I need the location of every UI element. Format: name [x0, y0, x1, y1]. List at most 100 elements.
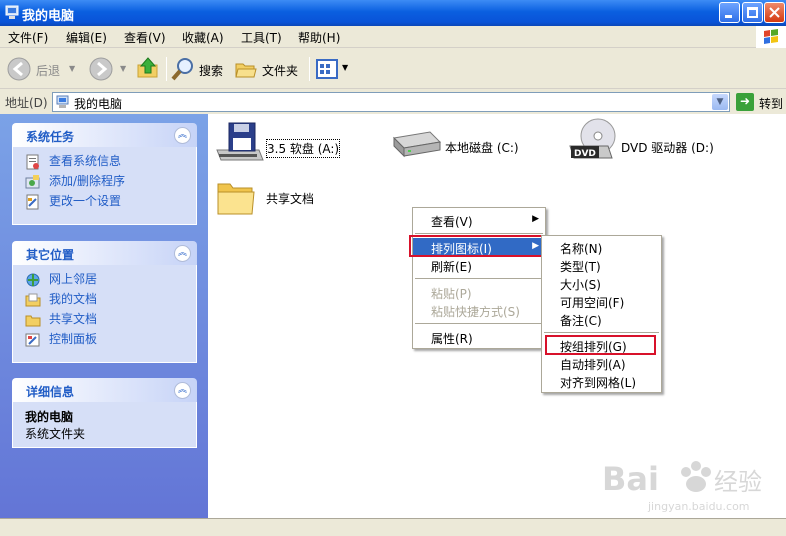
shared-docs-folder-icon [217, 183, 255, 215]
folders-icon [235, 63, 257, 78]
other-places-panel: 其它位置 ︽ 网上邻居 我的文档 共享文档 控制面板 [12, 241, 197, 363]
collapse-icon[interactable]: ︽ [174, 382, 191, 399]
menu-item-paste-shortcut[interactable]: 粘贴快捷方式(S) [413, 301, 545, 319]
status-bar [0, 518, 786, 536]
submenu-arrow-icon: ▶ [532, 214, 539, 224]
search-label: 搜索 [199, 64, 224, 78]
my-computer-icon [5, 5, 19, 19]
floppy-drive-label: 3.5 软盘 (A:) [266, 139, 341, 158]
menu-edit[interactable]: 编辑(E) [66, 29, 107, 46]
title-bar[interactable]: 我的电脑 [0, 0, 786, 26]
menu-item-label: 类型(T) [560, 260, 601, 274]
submenu-item-size[interactable]: 大小(S) [542, 274, 661, 292]
task-change-setting[interactable]: 更改一个设置 [25, 193, 196, 213]
floppy-drive-item[interactable]: 3.5 软盘 (A:) [213, 120, 363, 168]
menu-separator [415, 278, 543, 279]
maximize-button[interactable] [742, 2, 763, 23]
submenu-item-type[interactable]: 类型(T) [542, 256, 661, 274]
back-arrow-icon [7, 57, 31, 81]
other-places-title: 其它位置 [26, 248, 75, 262]
highlight-box [409, 235, 543, 257]
submenu-item-auto-arrange[interactable]: 自动排列(A) [542, 354, 661, 372]
watermark-brand2: 经验 [714, 468, 762, 496]
dvd-drive-item[interactable]: DVD DVD 驱动器 (D:) [568, 116, 738, 168]
hard-disk-icon [392, 131, 442, 158]
place-network[interactable]: 网上邻居 [25, 271, 196, 291]
menu-item-label: 可用空间(F) [560, 296, 625, 310]
task-label: 添加/删除程序 [49, 174, 126, 188]
menu-help[interactable]: 帮助(H) [298, 29, 340, 46]
menu-item-label: 对齐到网格(L) [560, 376, 637, 390]
up-folder-icon [137, 57, 158, 78]
context-menu: 查看(V) ▶ 排列图标(I) ▶ 刷新(E) 粘贴(P) 粘贴快捷方式(S) … [412, 207, 546, 349]
folders-label: 文件夹 [262, 64, 299, 78]
close-button[interactable] [764, 2, 785, 23]
menu-item-label: 大小(S) [560, 278, 601, 292]
menu-bar: 文件(F) 编辑(E) 查看(V) 收藏(A) 工具(T) 帮助(H) [0, 26, 786, 48]
menu-item-label: 粘贴(P) [431, 287, 472, 301]
menu-tools[interactable]: 工具(T) [241, 29, 282, 46]
place-label: 控制面板 [49, 332, 98, 346]
svg-text:DVD: DVD [574, 149, 596, 159]
local-disk-label: 本地磁盘 (C:) [445, 141, 519, 155]
go-button[interactable]: ➜ 转到 [736, 93, 786, 111]
shared-docs-item[interactable]: 共享文档 [216, 176, 336, 222]
menu-separator [544, 332, 659, 333]
back-button[interactable]: 后退 [6, 55, 68, 83]
minimize-button[interactable] [719, 2, 740, 23]
place-label: 网上邻居 [49, 272, 98, 286]
place-my-documents[interactable]: 我的文档 [25, 291, 196, 311]
maximize-icon [747, 7, 758, 18]
system-tasks-title: 系统任务 [26, 130, 75, 144]
submenu-item-name[interactable]: 名称(N) [542, 238, 661, 256]
forward-button[interactable] [86, 55, 116, 83]
details-panel: 详细信息 ︽ 我的电脑 系统文件夹 [12, 378, 197, 448]
task-view-system-info[interactable]: 查看系统信息 [25, 153, 196, 173]
collapse-icon[interactable]: ︽ [174, 245, 191, 262]
address-label: 地址(D) [5, 96, 48, 110]
floppy-drive-icon [216, 122, 264, 161]
menu-item-properties[interactable]: 属性(R) [413, 328, 545, 346]
menu-item-refresh[interactable]: 刷新(E) [413, 256, 545, 274]
go-arrow-icon: ➜ [736, 93, 754, 111]
local-disk-item[interactable]: 本地磁盘 (C:) [390, 120, 540, 168]
task-label: 更改一个设置 [49, 194, 122, 208]
submenu-item-free-space[interactable]: 可用空间(F) [542, 292, 661, 310]
collapse-icon[interactable]: ︽ [174, 127, 191, 144]
menu-item-label: 自动排列(A) [560, 358, 626, 372]
place-label: 共享文档 [49, 312, 98, 326]
baidu-watermark: Bai 经验 jingyan.baidu.com [598, 450, 778, 516]
back-dropdown-icon[interactable]: ▼ [69, 64, 75, 73]
windows-logo [756, 26, 786, 48]
menu-item-view[interactable]: 查看(V) ▶ [413, 211, 545, 229]
control-panel-icon [25, 333, 40, 347]
system-info-icon [26, 154, 39, 170]
menu-item-paste[interactable]: 粘贴(P) [413, 283, 545, 301]
up-folder-button[interactable] [135, 55, 163, 83]
views-icon [316, 59, 338, 79]
search-icon [171, 58, 193, 81]
forward-dropdown-icon[interactable]: ▼ [120, 64, 126, 73]
menu-item-label: 粘贴快捷方式(S) [431, 305, 520, 319]
folders-button[interactable]: 文件夹 [234, 55, 304, 83]
menu-favorites[interactable]: 收藏(A) [182, 29, 224, 46]
search-button[interactable]: 搜索 [171, 55, 227, 83]
place-shared-documents[interactable]: 共享文档 [25, 311, 196, 331]
address-input[interactable]: 我的电脑 ▼ [52, 92, 730, 112]
menu-file[interactable]: 文件(F) [8, 29, 48, 46]
views-dropdown-icon: ▼ [342, 63, 349, 72]
other-places-header[interactable]: 其它位置 ︽ [12, 241, 197, 265]
menu-view[interactable]: 查看(V) [124, 29, 166, 46]
details-header[interactable]: 详细信息 ︽ [12, 378, 197, 402]
system-tasks-header[interactable]: 系统任务 ︽ [12, 123, 197, 147]
menu-separator [415, 233, 543, 234]
submenu-item-align-to-grid[interactable]: 对齐到网格(L) [542, 372, 661, 390]
menu-separator [415, 323, 543, 324]
menu-item-label: 刷新(E) [431, 260, 472, 274]
address-dropdown-button[interactable]: ▼ [712, 94, 728, 110]
place-control-panel[interactable]: 控制面板 [25, 331, 196, 351]
submenu-item-comments[interactable]: 备注(C) [542, 310, 661, 328]
arrange-icons-submenu: 名称(N) 类型(T) 大小(S) 可用空间(F) 备注(C) 按组排列(G) … [541, 235, 662, 393]
task-add-remove-programs[interactable]: 添加/删除程序 [25, 173, 196, 193]
views-button[interactable]: ▼ [315, 55, 351, 83]
